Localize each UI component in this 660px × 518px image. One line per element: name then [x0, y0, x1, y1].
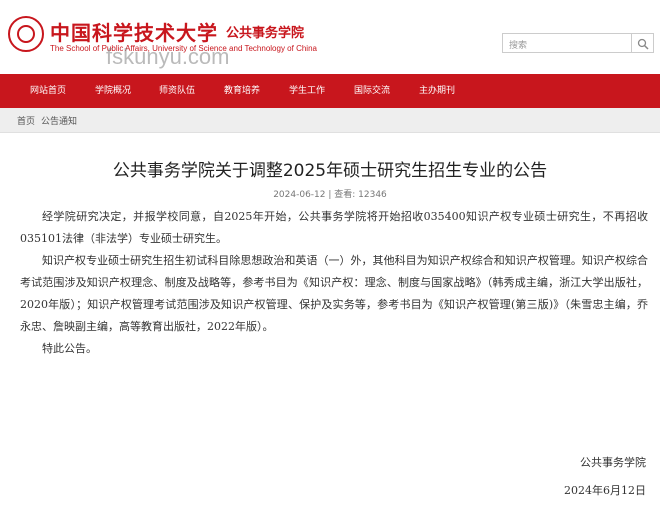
search-icon	[637, 38, 649, 50]
nav-item-student-affairs[interactable]: 学生工作	[289, 74, 325, 108]
article-meta: 2024-06-12 | 查看: 12346	[273, 190, 387, 200]
nav-item-home[interactable]: 网站首页	[30, 74, 66, 108]
search-input[interactable]: 搜索	[502, 33, 632, 53]
nav-item-journals[interactable]: 主办期刊	[419, 74, 455, 108]
article-signature: 公共事务学院	[580, 456, 646, 469]
main-nav: 网站首页 学院概况 师资队伍 教育培养 学生工作 国际交流 主办期刊	[0, 74, 660, 108]
article-paragraph: 知识产权专业硕士研究生招生初试科目除思想政治和英语（一）外，其他科目为知识产权综…	[20, 254, 648, 333]
article-title: 公共事务学院关于调整2025年硕士研究生招生专业的公告	[112, 161, 548, 181]
nav-item-education[interactable]: 教育培养	[224, 74, 260, 108]
university-name[interactable]: 中国科学技术大学	[50, 17, 218, 46]
article-paragraph: 经学院研究决定，并报学校同意，自2025年开始，公共事务学院将开始招收03540…	[20, 210, 648, 245]
watermark: fskunyu.com	[106, 44, 230, 69]
article-date: 2024年6月12日	[564, 484, 646, 497]
article-paragraph: 特此公告。	[42, 342, 97, 355]
site-header: 中国科学技术大学 公共事务学院 The School of Public Aff…	[0, 0, 660, 74]
nav-item-overview[interactable]: 学院概况	[95, 74, 131, 108]
search-button[interactable]	[632, 33, 654, 53]
breadcrumb-current[interactable]: 公告通知	[41, 114, 77, 127]
article-body: 经学院研究决定，并报学校同意，自2025年开始，公共事务学院将开始招收03540…	[20, 206, 648, 360]
nav-item-international[interactable]: 国际交流	[354, 74, 390, 108]
school-name[interactable]: 公共事务学院	[226, 22, 304, 41]
breadcrumb: 首页 公告通知	[0, 108, 660, 133]
breadcrumb-home[interactable]: 首页	[17, 114, 35, 127]
nav-item-faculty[interactable]: 师资队伍	[159, 74, 195, 108]
university-seal-icon[interactable]	[8, 16, 44, 52]
